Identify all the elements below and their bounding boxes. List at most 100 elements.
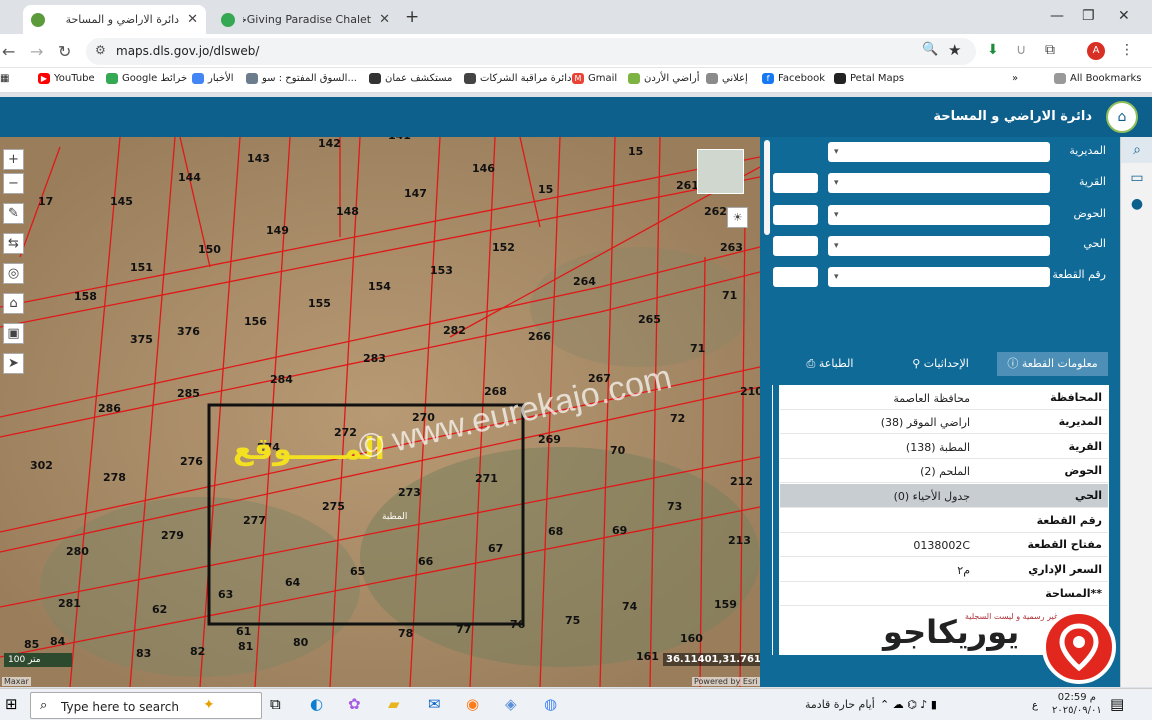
bookmark-gmail[interactable]: M Gmail [568,73,617,84]
home-icon[interactable]: ⌂ [3,293,24,314]
village-code-input[interactable] [773,173,818,193]
close-icon[interactable]: ✕ [379,12,390,27]
map-view[interactable]: 1714314214115144145147146152612622631481… [0,137,760,687]
parcel-number[interactable]: 276 [180,455,203,468]
restore-icon[interactable]: ❐ [1082,8,1095,24]
weather-widget[interactable]: أيام حارة قادمة [805,698,875,711]
tray-icons[interactable]: ⌃ ☁ ⌬ ♪ ▮ [880,698,937,711]
extension-u-icon[interactable]: ∪ [1016,42,1026,58]
parcel-number[interactable]: 146 [472,162,495,175]
tab-parcel-info[interactable]: ⓘ معلومات القطعة [997,352,1108,376]
search-icon[interactable]: ⌕ [1121,137,1152,163]
parcel-number[interactable]: 156 [244,315,267,328]
parcel-number[interactable]: 273 [398,486,421,499]
edge-icon[interactable]: ◐ [310,695,323,713]
parcel-number[interactable]: 65 [350,565,365,578]
parcel-number[interactable]: 212 [730,475,753,488]
site-info-icon[interactable]: ⚙ [95,43,106,57]
parcel-number[interactable]: 67 [488,542,503,555]
parcel-number[interactable]: 75 [565,614,580,627]
neighborhood-select[interactable]: ▾ [828,236,1050,256]
tab-maps[interactable]: Giving Paradise Chaletخرائط - G ✕ [213,5,398,34]
parcel-number[interactable]: 279 [161,529,184,542]
parcel-number[interactable]: 154 [368,280,391,293]
parcel-number[interactable]: 80 [293,636,309,649]
parcel-number[interactable]: 85 [24,638,39,651]
location-pin-icon[interactable]: ● [1121,191,1152,217]
parcel-number[interactable]: 150 [198,243,221,256]
draw-pen-icon[interactable]: ✎ [3,203,24,224]
parcel-number[interactable]: 271 [475,472,498,485]
bookmark-ilani[interactable]: إعلاني [702,73,748,84]
parcel-number[interactable]: 161 [636,650,659,663]
parcel-number[interactable]: 210 [740,385,760,398]
back-icon[interactable]: ← [2,42,15,61]
basin-select[interactable]: ▾ [828,205,1050,225]
neighborhood-code-input[interactable] [773,236,818,256]
overview-minimap[interactable] [697,149,744,194]
parcel-number[interactable]: 152 [492,241,515,254]
parcel-number[interactable]: 263 [720,241,743,254]
outlook-icon[interactable]: ✉ [428,695,441,713]
zoom-in-button[interactable]: + [3,149,24,170]
bookmark-amman-explorer[interactable]: مستكشف عمان [365,73,452,84]
parcel-number[interactable]: 82 [190,645,205,658]
layers-icon[interactable]: ▭ [1121,165,1152,191]
menu-dots-icon[interactable]: ⋮ [1120,42,1134,58]
parcel-number[interactable]: 286 [98,402,121,415]
clock[interactable]: 02:59 م ٢٠٢٥/٠٩/٠١ [1052,691,1102,717]
bookmarks-overflow[interactable]: » [1012,73,1018,84]
parcel-number[interactable]: 265 [638,313,661,326]
parcel-number[interactable]: 61 [236,625,251,638]
notification-icon[interactable]: ▤ [1110,695,1124,713]
all-bookmarks[interactable]: All Bookmarks [1050,73,1141,84]
parcel-number[interactable]: 62 [152,603,167,616]
parcel-number[interactable]: 155 [308,297,331,310]
zoom-out-button[interactable]: − [3,173,24,194]
parcel-number[interactable]: 283 [363,352,386,365]
file-explorer-icon[interactable]: ▰ [388,695,400,713]
tab-dls[interactable]: دائرة الاراضي و المساحة ✕ [23,5,206,34]
taskbar-search[interactable]: ⌕ Type here to search ✦ [30,692,262,719]
parcel-number[interactable]: 284 [270,373,293,386]
parcel-number[interactable]: 158 [74,290,97,303]
parcel-number[interactable]: 149 [266,224,289,237]
parcel-number-input[interactable] [773,267,818,287]
compass-icon[interactable]: ➤ [3,353,24,374]
sun-icon[interactable]: ☀ [727,207,748,228]
forward-icon[interactable]: → [30,42,43,61]
table-scrollbar[interactable] [773,385,779,655]
parcel-number[interactable]: 64 [285,576,301,589]
parcel-number[interactable]: 275 [322,500,345,513]
reload-icon[interactable]: ↻ [58,42,71,61]
parcel-number[interactable]: 144 [178,171,201,184]
parcel-number[interactable]: 15 [538,183,553,196]
parcel-number[interactable]: 68 [548,525,563,538]
parcel-number[interactable]: 278 [103,471,126,484]
parcel-number[interactable]: 84 [50,635,66,648]
language-indicator[interactable]: ع [1032,700,1038,711]
parcel-number[interactable]: 81 [238,640,253,653]
parcel-number[interactable]: 269 [538,433,561,446]
bookmark-youtube[interactable]: ▶ YouTube [34,73,95,84]
parcel-number[interactable]: 147 [404,187,427,200]
map-canvas[interactable]: 1714314214115144145147146152612622631481… [0,137,760,687]
parcel-number[interactable]: 71 [722,289,737,302]
bookmark-open-market[interactable]: السوق المفتوح : سو... [242,73,357,84]
bookmark-google-maps[interactable]: Google خرائط [102,73,187,84]
parcel-number[interactable]: 160 [680,632,703,645]
parcel-number[interactable]: 280 [66,545,89,558]
directorate-select[interactable]: ▾ [828,142,1050,162]
chrome-icon[interactable]: ◍ [544,695,557,713]
copilot-icon[interactable]: ✿ [348,695,361,713]
profile-avatar[interactable]: A [1087,42,1105,60]
basemap-icon[interactable]: ▣ [3,323,24,344]
parcel-number[interactable]: 281 [58,597,81,610]
bookmark-star-icon[interactable]: ★ [948,41,961,59]
extensions-puzzle-icon[interactable]: ⧉ [1045,42,1055,58]
minimize-icon[interactable]: — [1050,8,1064,24]
bookmark-news[interactable]: الأخبار [188,73,234,84]
tab-print[interactable]: ⎙ الطباعة [775,352,885,376]
parcel-number[interactable]: 262 [704,205,727,218]
parcel-number[interactable]: 213 [728,534,751,547]
